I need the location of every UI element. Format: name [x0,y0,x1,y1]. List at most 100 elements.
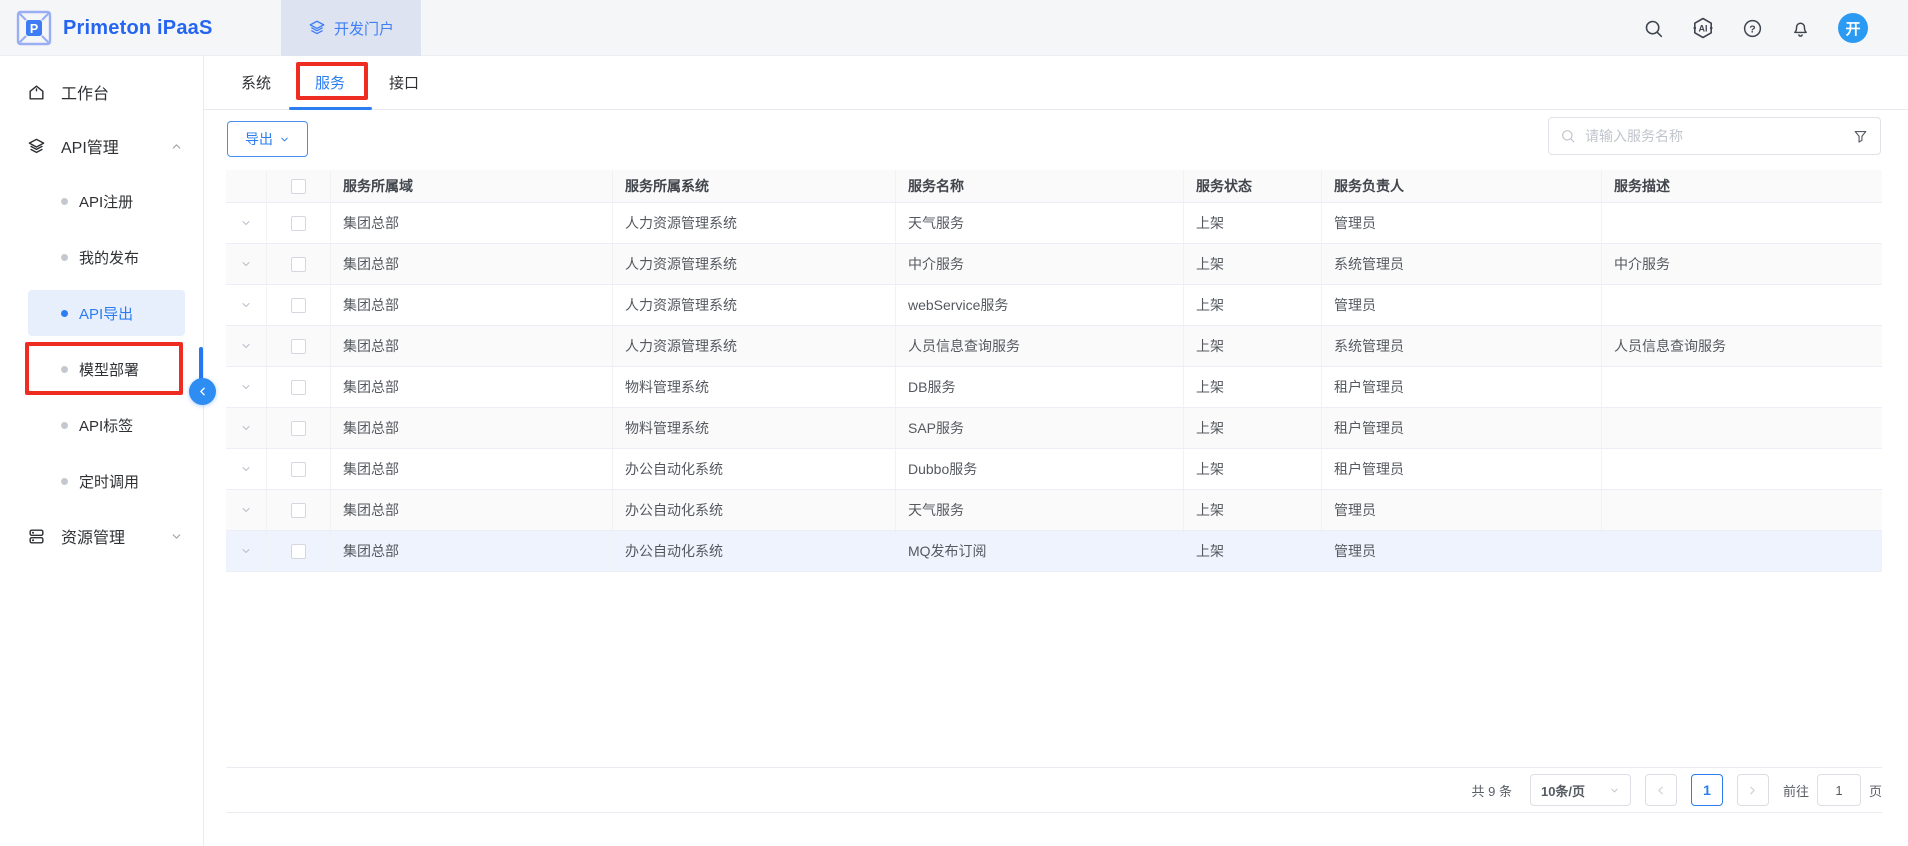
column-header: 服务描述 [1602,170,1882,202]
filter-funnel-icon[interactable] [1852,128,1869,145]
cell-system: 人力资源管理系统 [613,285,896,325]
cell-status: 上架 [1184,531,1322,571]
table-row[interactable]: 集团总部 办公自动化系统 Dubbo服务 上架 租户管理员 [226,449,1882,490]
cell-service-name: webService服务 [896,285,1184,325]
cell-domain: 集团总部 [331,367,613,407]
portal-tab-developer[interactable]: 开发门户 [281,0,421,56]
cell-status: 上架 [1184,285,1322,325]
table-row[interactable]: 集团总部 人力资源管理系统 人员信息查询服务 上架 系统管理员 人员信息查询服务 [226,326,1882,367]
sidebar: 工作台 API管理 API注册 我的发布 API导出 模型部署 [0,56,204,846]
sidebar-subitem-label: 我的发布 [79,247,139,268]
cell-description [1602,285,1882,325]
sidebar-item-api-export[interactable]: API导出 [0,285,203,341]
row-checkbox[interactable] [291,462,306,477]
cell-status: 上架 [1184,326,1322,366]
row-checkbox[interactable] [291,503,306,518]
next-page-button[interactable] [1737,774,1769,806]
export-button-label: 导出 [245,129,273,149]
expand-row-icon[interactable] [240,217,252,229]
sidebar-item-resource-management[interactable]: 资源管理 [0,509,203,563]
cell-status: 上架 [1184,408,1322,448]
table-row[interactable]: 集团总部 人力资源管理系统 天气服务 上架 管理员 [226,203,1882,244]
table-row-selected[interactable]: 集团总部 办公自动化系统 MQ发布订阅 上架 管理员 [226,531,1882,572]
cell-service-name: Dubbo服务 [896,449,1184,489]
sidebar-subitem-label: 模型部署 [79,359,139,380]
cell-service-name: MQ发布订阅 [896,531,1184,571]
toolbar: 导出 [204,110,1908,170]
table-header-row: 服务所属域 服务所属系统 服务名称 服务状态 服务负责人 服务描述 [226,170,1882,203]
cell-service-name: 天气服务 [896,490,1184,530]
bullet-icon [61,198,68,205]
page-number-button[interactable]: 1 [1691,774,1723,806]
cell-status: 上架 [1184,367,1322,407]
expand-row-icon[interactable] [240,381,252,393]
chevron-up-icon [170,140,183,153]
goto-unit-label: 页 [1869,781,1882,800]
row-checkbox[interactable] [291,216,306,231]
expand-row-icon[interactable] [240,463,252,475]
sidebar-item-workbench[interactable]: 工作台 [0,65,203,119]
expand-row-icon[interactable] [240,258,252,270]
export-button[interactable]: 导出 [227,121,308,157]
collapse-sidebar-button[interactable] [189,378,216,405]
sidebar-item-my-publish[interactable]: 我的发布 [0,229,203,285]
select-all-checkbox[interactable] [291,179,306,194]
table-row[interactable]: 集团总部 物料管理系统 SAP服务 上架 租户管理员 [226,408,1882,449]
cell-service-name: 人员信息查询服务 [896,326,1184,366]
goto-page-input[interactable] [1817,774,1861,806]
column-header: 服务负责人 [1322,170,1602,202]
sidebar-item-api-register[interactable]: API注册 [0,173,203,229]
row-checkbox[interactable] [291,298,306,313]
row-checkbox[interactable] [291,544,306,559]
sidebar-item-api-management[interactable]: API管理 [0,119,203,173]
expand-row-icon[interactable] [240,422,252,434]
cell-system: 物料管理系统 [613,408,896,448]
cell-description [1602,367,1882,407]
cell-system: 办公自动化系统 [613,449,896,489]
expand-row-icon[interactable] [240,504,252,516]
row-checkbox[interactable] [291,421,306,436]
table-row[interactable]: 集团总部 人力资源管理系统 中介服务 上架 系统管理员 中介服务 [226,244,1882,285]
tab-service[interactable]: 服务 [315,56,345,110]
sidebar-item-api-tags[interactable]: API标签 [0,397,203,453]
prev-page-button[interactable] [1645,774,1677,806]
cell-description [1602,531,1882,571]
table-row[interactable]: 集团总部 办公自动化系统 天气服务 上架 管理员 [226,490,1882,531]
table-row[interactable]: 集团总部 人力资源管理系统 webService服务 上架 管理员 [226,285,1882,326]
user-avatar[interactable]: 开 [1838,13,1868,43]
row-checkbox[interactable] [291,380,306,395]
expand-row-icon[interactable] [240,340,252,352]
help-icon[interactable] [1742,18,1763,39]
ai-assistant-icon[interactable] [1691,16,1715,40]
notification-bell-icon[interactable] [1790,18,1811,39]
cell-domain: 集团总部 [331,203,613,243]
tab-bar: 系统 服务 接口 [204,56,1908,110]
chevron-down-icon [279,134,290,145]
sidebar-item-model-deploy[interactable]: 模型部署 [0,341,203,397]
cell-description [1602,490,1882,530]
search-icon[interactable] [1643,18,1664,39]
tab-interface[interactable]: 接口 [389,56,419,110]
expand-row-icon[interactable] [240,545,252,557]
page-size-select[interactable]: 10条/页 [1530,774,1631,806]
cell-description [1602,408,1882,448]
chevron-down-icon [1609,785,1620,796]
row-checkbox[interactable] [291,339,306,354]
cell-service-name: 中介服务 [896,244,1184,284]
cell-owner: 租户管理员 [1322,449,1602,489]
search-input[interactable] [1585,128,1843,144]
cell-status: 上架 [1184,490,1322,530]
tab-system[interactable]: 系统 [241,56,271,110]
tab-label: 服务 [315,72,345,93]
sidebar-item-scheduled-call[interactable]: 定时调用 [0,453,203,509]
expand-column-header [226,170,267,202]
cell-status: 上架 [1184,244,1322,284]
sidebar-item-label: API管理 [61,134,119,158]
bullet-icon [61,310,68,317]
sidebar-subitem-label: API注册 [79,191,133,212]
table-row[interactable]: 集团总部 物料管理系统 DB服务 上架 租户管理员 [226,367,1882,408]
row-checkbox[interactable] [291,257,306,272]
sidebar-item-label: 工作台 [61,80,109,104]
expand-row-icon[interactable] [240,299,252,311]
column-header: 服务所属域 [331,170,613,202]
